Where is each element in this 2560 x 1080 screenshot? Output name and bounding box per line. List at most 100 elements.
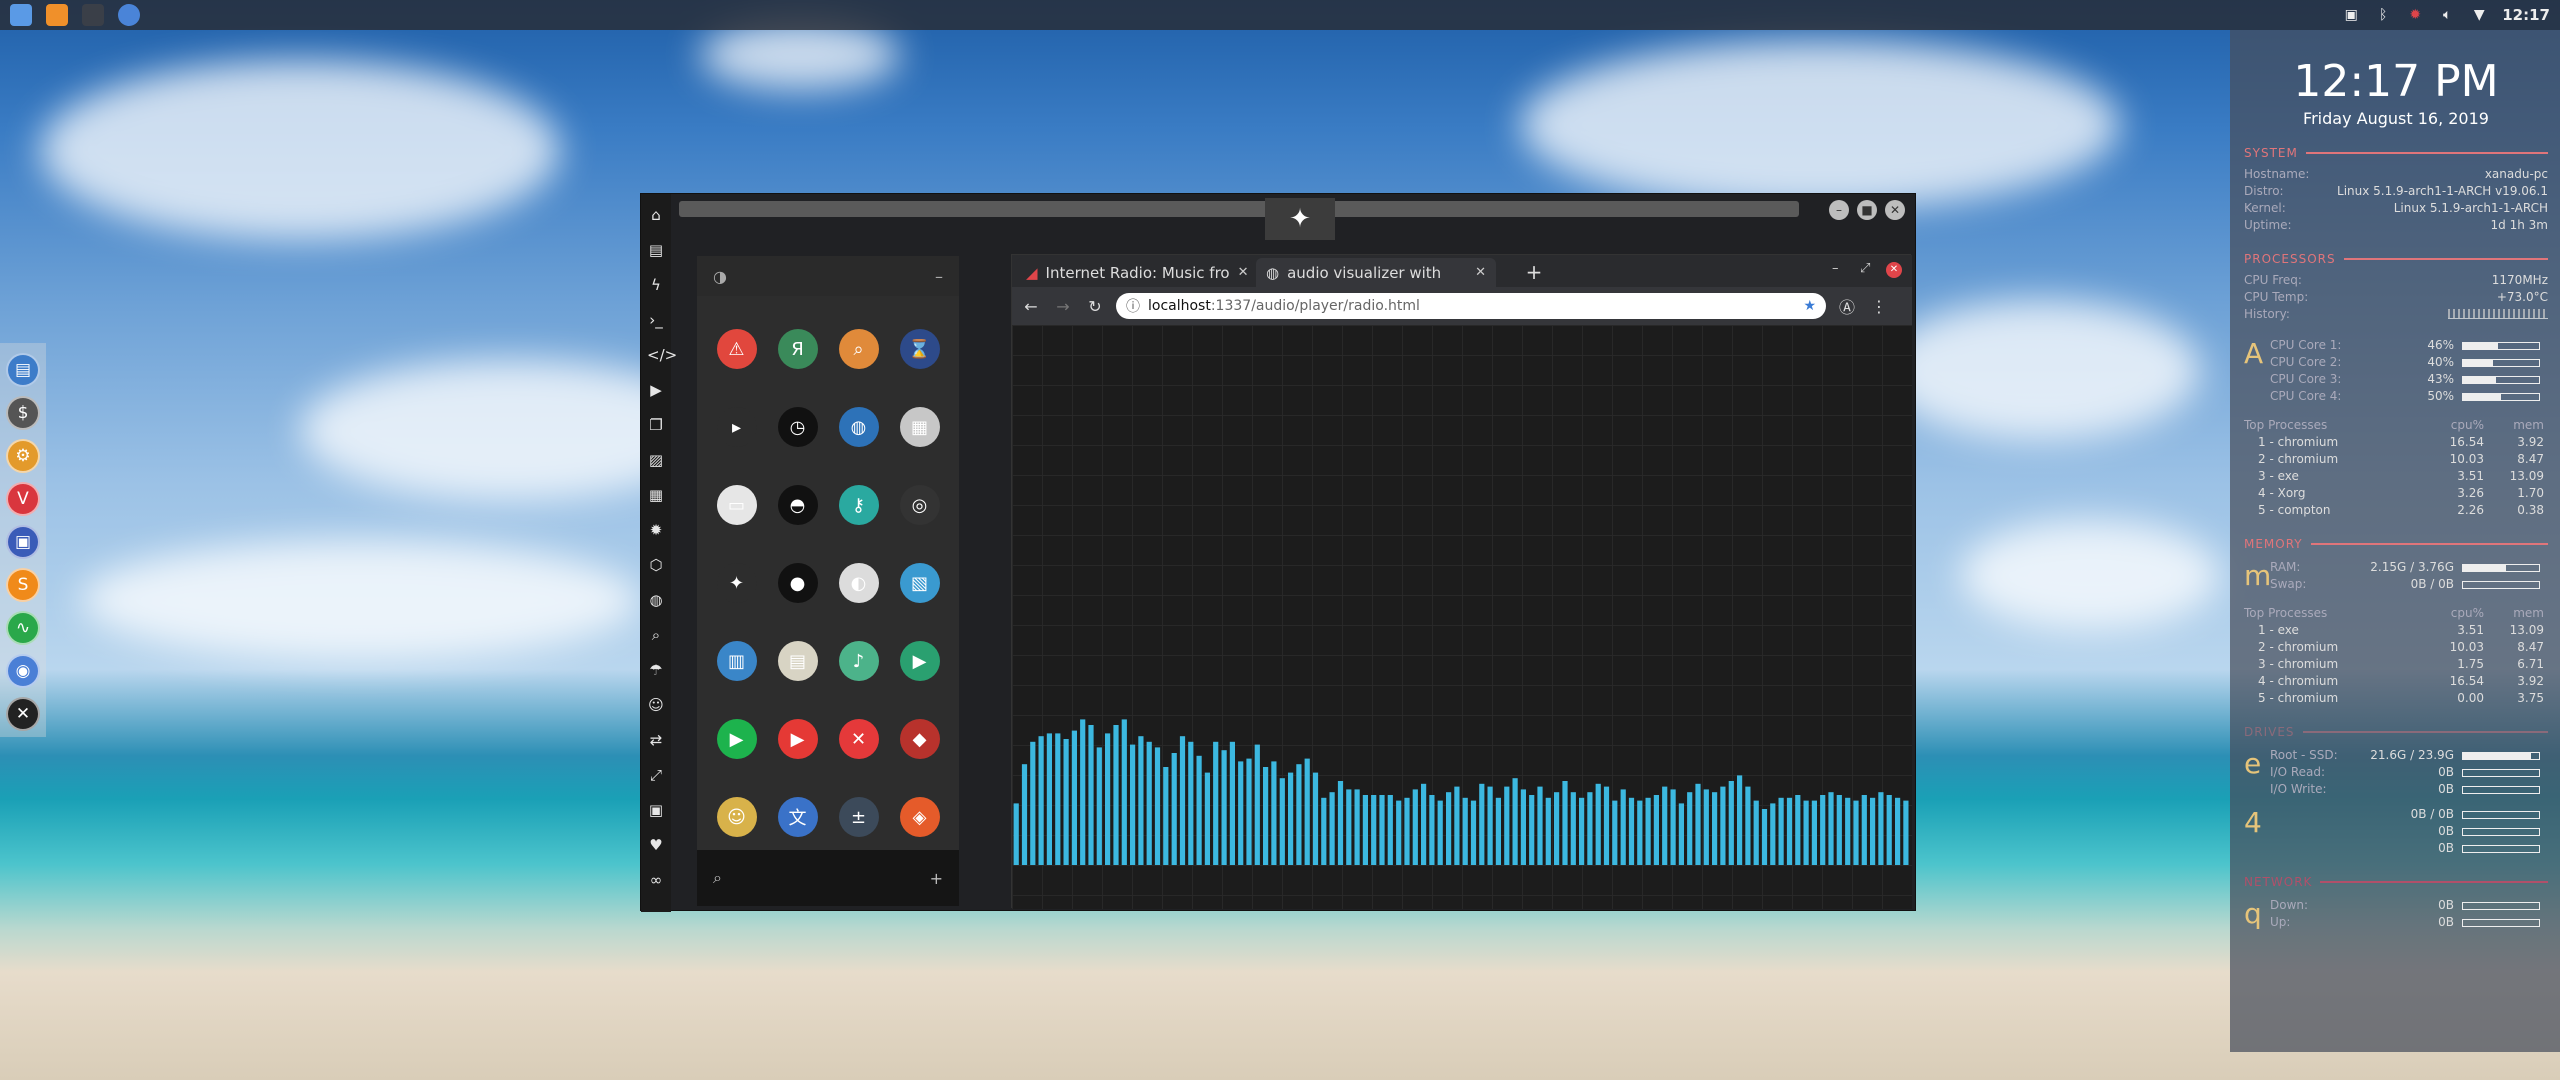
browser-close-button[interactable]: ✕	[1886, 262, 1902, 278]
address-bar[interactable]: ⓘ localhost:1337/audio/player/radio.html…	[1116, 293, 1826, 319]
document-icon[interactable]: ▤	[647, 239, 665, 261]
app-cell: ▸	[707, 388, 767, 466]
display-dock-icon[interactable]: ▣	[6, 525, 40, 559]
browser-minimize-button[interactable]: –	[1832, 261, 1839, 276]
visualizer-bar	[1188, 741, 1194, 865]
globe-icon[interactable]: ◍	[647, 589, 665, 611]
visualizer-bar	[1712, 792, 1718, 865]
app-search-bar[interactable]: ⌕ +	[697, 850, 959, 906]
youtube-app-icon[interactable]: ▶	[777, 719, 818, 759]
image-icon[interactable]: ▨	[647, 449, 665, 471]
hexagon-icon[interactable]: ⬡	[647, 554, 665, 576]
new-tab-button[interactable]: +	[1522, 260, 1546, 284]
person-icon[interactable]: ☺	[647, 694, 665, 716]
bluetooth-icon[interactable]: ᛒ	[2374, 7, 2392, 23]
extension-icon[interactable]: Ⓐ	[1836, 294, 1858, 318]
play-icon[interactable]: ▶	[647, 379, 665, 401]
io-read-bar	[2462, 768, 2540, 777]
sublime-icon[interactable]	[46, 4, 68, 26]
volume-icon[interactable]: 🔈︎	[2438, 7, 2456, 23]
info-icon[interactable]: ⓘ	[1126, 296, 1140, 316]
home-icon[interactable]: ⌂	[647, 204, 665, 226]
title-bar[interactable]: ✦ – ■ ✕	[679, 198, 1911, 240]
helmet-app-icon[interactable]: ◓	[777, 485, 818, 525]
globe-app-icon[interactable]: ◍	[838, 407, 879, 447]
process-row: 1 - chromium 16.54 3.92	[2244, 434, 2548, 451]
infinity-icon[interactable]: ∞	[647, 869, 665, 891]
forward-button[interactable]: →	[1052, 297, 1074, 316]
github-app-icon[interactable]: ◎	[899, 485, 940, 525]
bookmark-star-icon[interactable]: ★	[1803, 298, 1816, 314]
minimize-button[interactable]: –	[1829, 200, 1849, 220]
menu-icon[interactable]: ⋮	[1868, 297, 1890, 316]
terminal-icon[interactable]: ›_	[647, 309, 665, 331]
settings-dock-icon[interactable]: ⚙	[6, 439, 40, 473]
vivaldi-dock-icon[interactable]: V	[6, 482, 40, 516]
files-icon[interactable]	[10, 4, 32, 26]
music-app-icon[interactable]: ♪	[838, 641, 879, 681]
lightning-icon[interactable]: ϟ	[647, 274, 665, 296]
cpu-core-pct: 46%	[2427, 338, 2454, 352]
yandex-app-icon[interactable]: Я	[777, 329, 818, 369]
umbrella-icon[interactable]: ☂	[647, 659, 665, 681]
search-icon[interactable]: ⌕	[647, 624, 665, 646]
notes-app-icon[interactable]: ▤	[777, 641, 818, 681]
rebel-app-icon[interactable]: ✦	[716, 563, 757, 603]
chrome-dock-icon[interactable]: ◉	[6, 654, 40, 688]
sublime-app-icon[interactable]: ▸	[716, 407, 757, 447]
screenshot-icon[interactable]: ▣	[2342, 7, 2360, 23]
clock-app-icon[interactable]: ◷	[777, 407, 818, 447]
warning-app-icon[interactable]: ⚠	[716, 329, 757, 369]
tab-audio-visualizer[interactable]: ◍ audio visualizer with ✕	[1256, 258, 1496, 287]
search-app-icon[interactable]: ⌕	[838, 329, 879, 369]
files-icon[interactable]: ❐	[647, 414, 665, 436]
moon-app-icon[interactable]: ◐	[838, 563, 879, 603]
files-dock-icon[interactable]: ▤	[6, 353, 40, 387]
sublime-dock-icon[interactable]: S	[6, 568, 40, 602]
window-app-icon[interactable]: ▭	[716, 485, 757, 525]
blank-icon[interactable]	[82, 4, 104, 26]
hourglass-app-icon[interactable]: ⌛	[899, 329, 940, 369]
drive-group-letter: e	[2244, 747, 2262, 780]
panel-clock[interactable]: 12:17	[2502, 6, 2550, 24]
money-dock-icon[interactable]: $	[6, 396, 40, 430]
settings-icon[interactable]: ✹	[647, 519, 665, 541]
deathstar-app-icon[interactable]: ●	[777, 563, 818, 603]
wifi-icon[interactable]: ▼	[2470, 7, 2488, 23]
close-app-icon[interactable]: ✕	[838, 719, 879, 759]
youtube-icon[interactable]: ▣	[647, 799, 665, 821]
monitor-dock-icon[interactable]: ∿	[6, 611, 40, 645]
lock-app-icon[interactable]: ⚷	[838, 485, 879, 525]
tab-close-icon[interactable]: ✕	[1238, 265, 1249, 280]
translate-app-icon[interactable]: 文	[777, 797, 818, 837]
video-app-icon[interactable]: ▶	[899, 641, 940, 681]
theme-toggle-icon[interactable]: ◑	[713, 267, 727, 286]
xorg-dock-icon[interactable]: ✕	[6, 697, 40, 731]
add-button[interactable]: +	[930, 869, 943, 888]
heart-icon[interactable]: ♥	[647, 834, 665, 856]
settings-icon[interactable]: ✹	[2406, 7, 2424, 23]
browser-restore-button[interactable]: ⤢	[1860, 261, 1870, 276]
media-icon[interactable]: ▦	[647, 484, 665, 506]
back-button[interactable]: ←	[1020, 297, 1042, 316]
photos-app-icon[interactable]: ◈	[899, 797, 940, 837]
tab-close-icon[interactable]: ✕	[1475, 265, 1486, 280]
search-icon[interactable]: ⌕	[713, 868, 722, 888]
expand-icon[interactable]: ⤢	[647, 764, 665, 786]
reload-button[interactable]: ↻	[1084, 297, 1106, 316]
calculator-app-icon[interactable]: ±	[838, 797, 879, 837]
code-icon[interactable]: </>	[647, 344, 677, 366]
tab-internet-radio[interactable]: ◢ Internet Radio: Music fro ✕	[1016, 258, 1252, 287]
map-app-icon[interactable]: ▧	[899, 563, 940, 603]
drive-app-icon[interactable]: ▦	[899, 407, 940, 447]
books-app-icon[interactable]: ▥	[716, 641, 757, 681]
robot-app-icon[interactable]: ☺	[716, 797, 757, 837]
player-app-icon[interactable]: ▶	[716, 719, 757, 759]
system-key: Distro:	[2244, 184, 2284, 198]
ironman-app-icon[interactable]: ◆	[899, 719, 940, 759]
share-icon[interactable]: ⇄	[647, 729, 665, 751]
close-button[interactable]: ✕	[1885, 200, 1905, 220]
chrome-icon[interactable]	[118, 4, 140, 26]
maximize-button[interactable]: ■	[1857, 200, 1877, 220]
collapse-button[interactable]: –	[935, 267, 943, 286]
